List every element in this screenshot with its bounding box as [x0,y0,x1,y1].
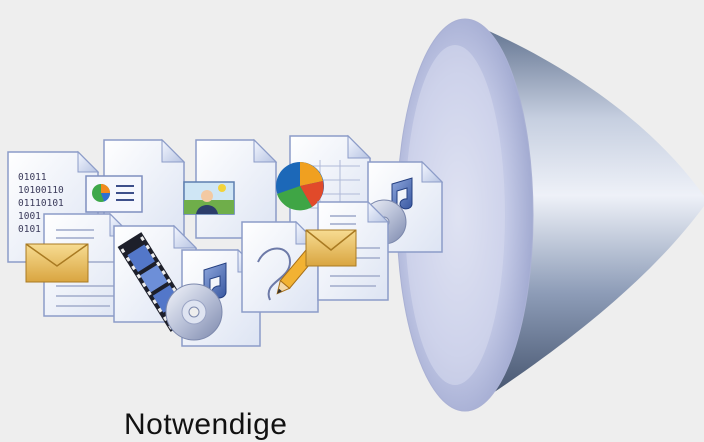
binary-line: 1001 [18,211,41,222]
caption-text: Notwendige [124,408,288,441]
funnel-cone [396,18,704,412]
funnel-illustration: 01011 10100110 01110101 1001 0101 [7,18,704,412]
pie-chart-icon [276,162,324,211]
email-document-icon [305,200,390,301]
binary-line: 10100110 [18,185,64,196]
binary-line: 0101 [18,224,41,235]
binary-line: 01011 [18,172,47,183]
binary-line: 01110101 [18,198,64,209]
